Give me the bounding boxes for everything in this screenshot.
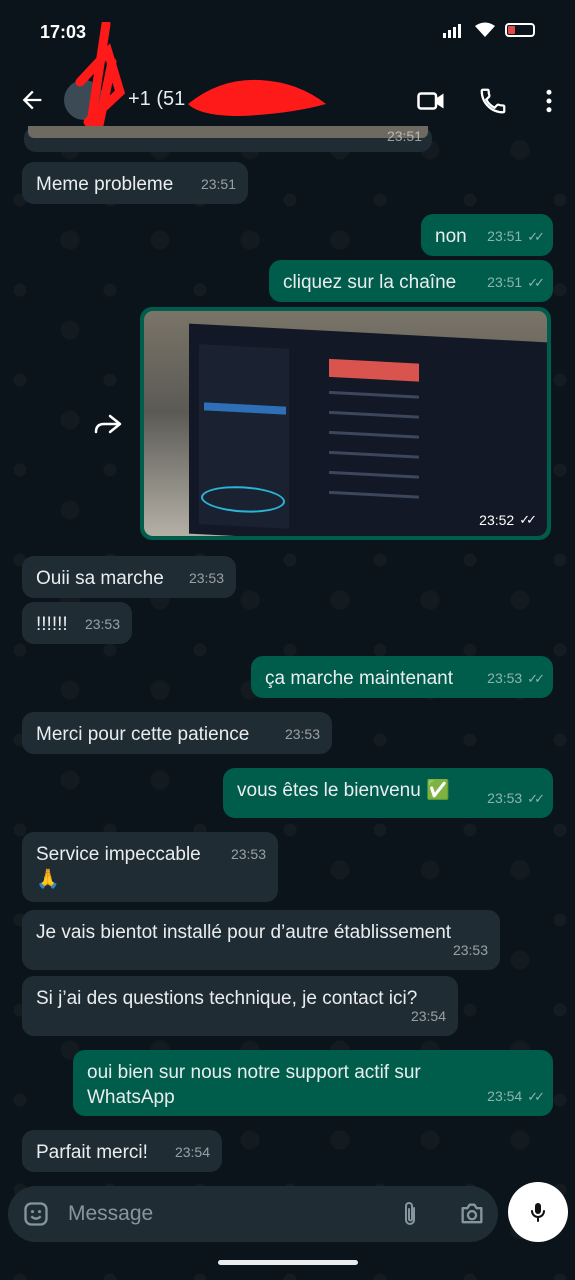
message-time: 23:51 [200,176,236,192]
chat-header: +1 (51 [0,22,575,136]
microphone-icon [531,1203,545,1222]
message-time: 23:53 [230,846,266,862]
message-text: Merci pour cette patience [36,724,250,745]
contact-name[interactable]: +1 (51 [128,88,185,111]
message-time: 23:54 [410,1008,446,1024]
message-text: non [435,226,467,247]
video-call-icon[interactable] [416,86,446,116]
message-time: 23:54 [174,1144,210,1160]
message-text: Meme probleme [36,174,174,195]
emoji-sticker-icon[interactable] [22,1200,50,1228]
forward-icon[interactable] [92,412,122,436]
read-ticks-icon: ✓✓ [519,512,537,527]
red-scribble-redaction [75,22,126,132]
message-bubble[interactable]: Service impeccable 🙏 23:53 [22,832,278,902]
home-indicator [218,1260,358,1265]
message-bubble[interactable]: Meme probleme 23:51 [22,162,248,204]
image-message[interactable]: 23:52 ✓✓ [140,307,551,540]
message-time: 23:51 [386,128,422,144]
message-time: 23:53 [487,670,523,686]
message-time: 23:53 [84,616,120,632]
message-bubble[interactable]: Parfait merci! 23:54 [22,1130,222,1172]
voice-message-button[interactable] [508,1182,568,1242]
back-arrow-icon[interactable] [18,86,46,114]
voice-call-icon[interactable] [478,86,508,116]
read-ticks-icon: ✓✓ [527,671,545,686]
message-bubble[interactable]: Si j’ai des questions technique, je cont… [22,976,458,1036]
more-options-icon[interactable] [534,86,564,116]
message-text: Je vais bientot installé pour d’autre ét… [36,922,452,943]
message-bubble[interactable]: non 23:51 ✓✓ [421,214,553,256]
message-input[interactable]: Message [68,1202,153,1226]
message-time: 23:53 [284,726,320,742]
message-composer: Message [8,1186,498,1242]
message-time: 23:53 [487,790,523,806]
message-text: Ouii sa marche [36,568,164,589]
camera-icon[interactable] [458,1200,486,1228]
tv-screen-photo[interactable]: 23:52 ✓✓ [144,311,547,536]
message-text: !!!!!! [36,614,68,635]
message-text: Service impeccable [36,844,201,865]
message-time: 23:51 [487,274,523,290]
message-bubble[interactable]: Je vais bientot installé pour d’autre ét… [22,910,500,970]
message-text: cliquez sur la chaîne [283,272,457,293]
message-time: 23:53 [188,570,224,586]
message-time: 23:52 [479,512,515,528]
read-ticks-icon: ✓✓ [527,1089,545,1104]
message-text: Si j’ai des questions technique, je cont… [36,988,418,1009]
message-time: 23:53 [452,942,488,958]
battery-icon [505,23,535,37]
message-bubble[interactable]: vous êtes le bienvenu ✅ 23:53 ✓✓ [223,768,553,818]
message-text: ça marche maintenant [265,668,453,689]
attach-icon[interactable] [398,1200,422,1228]
message-time: 23:51 [487,228,523,244]
message-time: 23:54 [487,1088,523,1104]
read-ticks-icon: ✓✓ [527,791,545,806]
wifi-icon [475,22,495,37]
message-bubble[interactable]: Merci pour cette patience 23:53 [22,712,332,754]
read-ticks-icon: ✓✓ [527,275,545,290]
message-image-partial[interactable]: 23:51 [24,126,432,152]
message-bubble[interactable]: !!!!!! 23:53 [22,602,132,644]
message-bubble[interactable]: Ouii sa marche 23:53 [22,556,236,598]
message-text: vous êtes le bienvenu ✅ [237,780,450,801]
read-ticks-icon: ✓✓ [527,229,545,244]
red-scribble-redaction [188,79,326,116]
message-bubble[interactable]: oui bien sur nous notre support actif su… [73,1050,553,1116]
message-bubble[interactable]: ça marche maintenant 23:53 ✓✓ [251,656,553,698]
message-bubble[interactable]: cliquez sur la chaîne 23:51 ✓✓ [269,260,553,302]
prayer-emoji: 🙏 [36,869,60,890]
message-text: Parfait merci! [36,1142,148,1163]
message-text: oui bien sur nous notre support actif su… [87,1062,421,1108]
signal-icon [443,22,465,38]
